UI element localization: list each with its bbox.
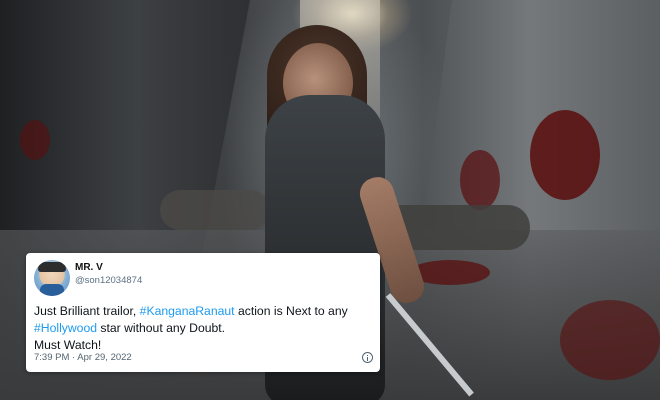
tweet-text-part: star without any Doubt. [97, 321, 226, 335]
tweet-card[interactable]: MR. V @son12034874 Just Brilliant trailo… [26, 253, 380, 372]
avatar[interactable] [34, 260, 70, 296]
blood-splatter [20, 120, 50, 160]
tweet-text-part: Must Watch! [34, 338, 102, 352]
tweet-text-part: action is Next to any [234, 304, 348, 318]
avatar-shirt [40, 284, 64, 296]
hashtag-link[interactable]: #Hollywood [34, 321, 97, 335]
tweet-timestamp[interactable]: 7:39 PM · Apr 29, 2022 [34, 352, 132, 363]
blood-splatter [460, 150, 500, 210]
display-name[interactable]: MR. V [75, 262, 103, 273]
avatar-hat [38, 262, 66, 272]
blood-splatter [560, 300, 660, 380]
user-handle[interactable]: @son12034874 [75, 275, 142, 286]
blood-splatter [530, 110, 600, 200]
tweet-text: Just Brilliant trailor, #KanganaRanaut a… [34, 303, 374, 354]
info-icon[interactable] [362, 352, 373, 363]
hashtag-link[interactable]: #KanganaRanaut [140, 304, 235, 318]
tweet-text-part: Just Brilliant trailor, [34, 304, 140, 318]
